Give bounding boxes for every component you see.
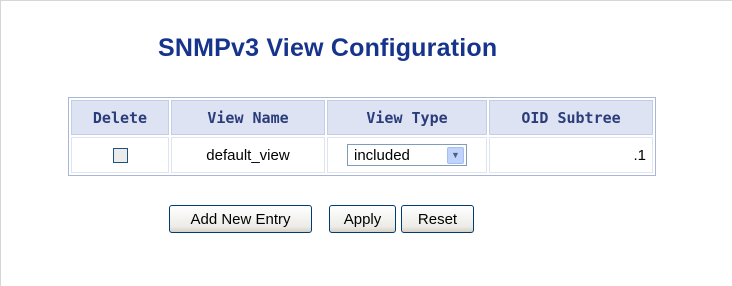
reset-button[interactable]: Reset xyxy=(401,205,474,233)
delete-checkbox[interactable] xyxy=(112,148,128,164)
top-divider xyxy=(0,0,732,1)
add-new-entry-button[interactable]: Add New Entry xyxy=(169,205,312,233)
view-type-select[interactable]: included ▼ xyxy=(347,144,467,166)
oid-subtree-cell: .1 xyxy=(489,137,653,173)
table-row: default_view included ▼ .1 xyxy=(71,137,653,173)
column-header-oid-subtree: OID Subtree xyxy=(489,100,653,135)
view-type-cell: included ▼ xyxy=(327,137,487,173)
chevron-down-icon[interactable]: ▼ xyxy=(447,146,464,164)
view-type-value: included xyxy=(354,146,410,164)
apply-button[interactable]: Apply xyxy=(329,205,396,233)
column-header-view-type: View Type xyxy=(327,100,487,135)
delete-cell xyxy=(71,137,169,173)
view-name-cell: default_view xyxy=(171,137,325,173)
snmpv3-view-table: Delete View Name View Type OID Subtree d… xyxy=(68,97,656,176)
page-title: SNMPv3 View Configuration xyxy=(158,34,498,62)
column-header-delete: Delete xyxy=(71,100,169,135)
column-header-view-name: View Name xyxy=(171,100,325,135)
table-header-row: Delete View Name View Type OID Subtree xyxy=(71,100,653,135)
